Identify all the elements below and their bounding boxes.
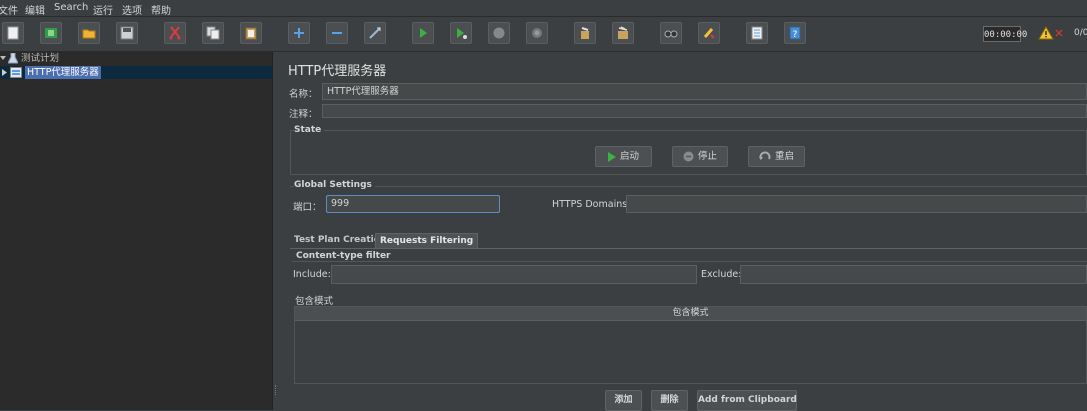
port-label: 端口： bbox=[293, 202, 322, 213]
save-button[interactable] bbox=[116, 22, 138, 44]
page-title: HTTP代理服务器 bbox=[288, 64, 387, 79]
stop-icon bbox=[493, 27, 505, 39]
proxy-config-panel: HTTP代理服务器 名称： HTTP代理服务器 注释： State 启动 停止 … bbox=[280, 52, 1087, 411]
https-domains-field[interactable] bbox=[626, 195, 1087, 213]
global-settings-title: Global Settings bbox=[294, 180, 375, 190]
elapsed-timer: 00:00:00 bbox=[983, 26, 1027, 42]
open-folder-icon bbox=[82, 29, 96, 39]
stop-label: 停止 bbox=[697, 151, 717, 162]
start-button[interactable] bbox=[412, 22, 434, 44]
shutdown-icon bbox=[532, 28, 542, 38]
comment-label: 注释： bbox=[289, 109, 318, 120]
flask-icon bbox=[8, 53, 18, 64]
play-icon bbox=[607, 151, 616, 162]
tab-divider bbox=[290, 248, 1087, 249]
delete-pattern-button[interactable]: 删除 bbox=[651, 390, 688, 411]
function-helper-button[interactable] bbox=[746, 22, 768, 44]
expand-arrow-icon[interactable] bbox=[0, 55, 6, 61]
stop-proxy-button[interactable]: 停止 bbox=[672, 146, 728, 167]
svg-text:?: ? bbox=[793, 30, 798, 40]
help-icon: ? bbox=[789, 26, 801, 40]
exclude-label: Exclude: bbox=[701, 269, 742, 280]
add-from-clipboard-button[interactable]: Add from Clipboard bbox=[697, 390, 797, 411]
error-count: 0/0 bbox=[1074, 28, 1087, 38]
binoculars-icon bbox=[664, 30, 678, 38]
restart-label: 重启 bbox=[774, 151, 794, 162]
tree-node-test-plan[interactable]: 测试计划 bbox=[0, 52, 272, 65]
toolbar: ? 00:00:00 0/0 bbox=[0, 17, 1087, 52]
templates-button[interactable] bbox=[40, 22, 62, 44]
help-button[interactable]: ? bbox=[784, 22, 806, 44]
splitter[interactable] bbox=[273, 52, 280, 410]
minus-icon bbox=[332, 32, 342, 34]
tree-node-label: HTTP代理服务器 bbox=[25, 66, 101, 79]
toggle-button[interactable] bbox=[364, 22, 386, 44]
cut-icon bbox=[169, 26, 181, 40]
start-no-pause-button[interactable] bbox=[450, 22, 472, 44]
stop-button[interactable] bbox=[488, 22, 510, 44]
table-column-header[interactable]: 包含模式 bbox=[295, 307, 1086, 321]
comment-field[interactable] bbox=[322, 104, 1087, 118]
play-icon bbox=[420, 28, 427, 38]
new-button[interactable] bbox=[2, 22, 24, 44]
stop-icon bbox=[683, 151, 694, 162]
save-icon bbox=[120, 26, 134, 40]
start-proxy-button[interactable]: 启动 bbox=[595, 146, 652, 167]
name-label: 名称： bbox=[289, 89, 318, 100]
menu-options[interactable]: 选项 bbox=[122, 2, 142, 17]
menu-search[interactable]: Search bbox=[54, 2, 88, 13]
splitter-grip[interactable] bbox=[275, 385, 279, 395]
cut-button[interactable] bbox=[164, 22, 186, 44]
menu-help[interactable]: 帮助 bbox=[151, 2, 171, 17]
tab-requests-filtering[interactable]: Requests Filtering bbox=[375, 233, 479, 248]
new-file-icon bbox=[7, 26, 19, 40]
plus-icon bbox=[294, 28, 304, 38]
expand-button[interactable] bbox=[288, 22, 310, 44]
open-button[interactable] bbox=[78, 22, 100, 44]
search-button[interactable] bbox=[660, 22, 682, 44]
shutdown-button[interactable] bbox=[526, 22, 548, 44]
paste-icon bbox=[245, 27, 257, 40]
paste-button[interactable] bbox=[240, 22, 262, 44]
warning-icon[interactable] bbox=[1038, 26, 1054, 40]
error-indicator-icon bbox=[1055, 29, 1063, 37]
collapse-button[interactable] bbox=[326, 22, 348, 44]
state-title: State bbox=[294, 125, 325, 135]
port-field[interactable]: 999 bbox=[326, 195, 500, 213]
clear-icon bbox=[581, 27, 589, 39]
broom-icon bbox=[703, 28, 715, 39]
wand-icon bbox=[369, 27, 381, 39]
start-label: 启动 bbox=[619, 151, 639, 162]
play-no-timers-icon bbox=[457, 28, 467, 39]
copy-icon bbox=[206, 26, 220, 40]
reset-search-button[interactable] bbox=[698, 22, 720, 44]
exclude-field[interactable] bbox=[740, 265, 1087, 284]
menu-run[interactable]: 运行 bbox=[93, 2, 113, 17]
proxy-server-icon bbox=[10, 67, 22, 78]
collapse-arrow-icon[interactable] bbox=[2, 69, 7, 76]
restart-icon bbox=[758, 151, 771, 160]
include-patterns-table[interactable]: 包含模式 bbox=[294, 306, 1087, 384]
list-icon bbox=[751, 26, 763, 40]
templates-icon bbox=[45, 28, 57, 38]
copy-button[interactable] bbox=[202, 22, 224, 44]
tree-node-http-proxy[interactable]: HTTP代理服务器 bbox=[0, 66, 272, 79]
tree-node-label: 测试计划 bbox=[21, 53, 60, 64]
include-field[interactable] bbox=[331, 265, 697, 284]
clear-all-button[interactable] bbox=[612, 22, 634, 44]
https-domains-label: HTTPS Domains: bbox=[552, 199, 631, 210]
add-pattern-button[interactable]: 添加 bbox=[605, 390, 642, 411]
test-plan-tree[interactable]: 测试计划 HTTP代理服务器 bbox=[0, 52, 273, 410]
content-filter-divider bbox=[292, 261, 1087, 262]
restart-proxy-button[interactable]: 重启 bbox=[748, 146, 805, 167]
clear-button[interactable] bbox=[574, 22, 596, 44]
clear-all-icon bbox=[618, 26, 628, 39]
content-type-filter-title: Content-type filter bbox=[296, 251, 394, 261]
menu-edit[interactable]: 编辑 bbox=[25, 2, 45, 17]
menu-file[interactable]: 文件 bbox=[0, 2, 18, 17]
include-patterns-title: 包含模式 bbox=[295, 296, 334, 307]
menubar: 文件 编辑 Search 运行 选项 帮助 bbox=[0, 0, 1087, 17]
name-field[interactable]: HTTP代理服务器 bbox=[322, 83, 1087, 100]
include-label: Include: bbox=[293, 269, 331, 280]
